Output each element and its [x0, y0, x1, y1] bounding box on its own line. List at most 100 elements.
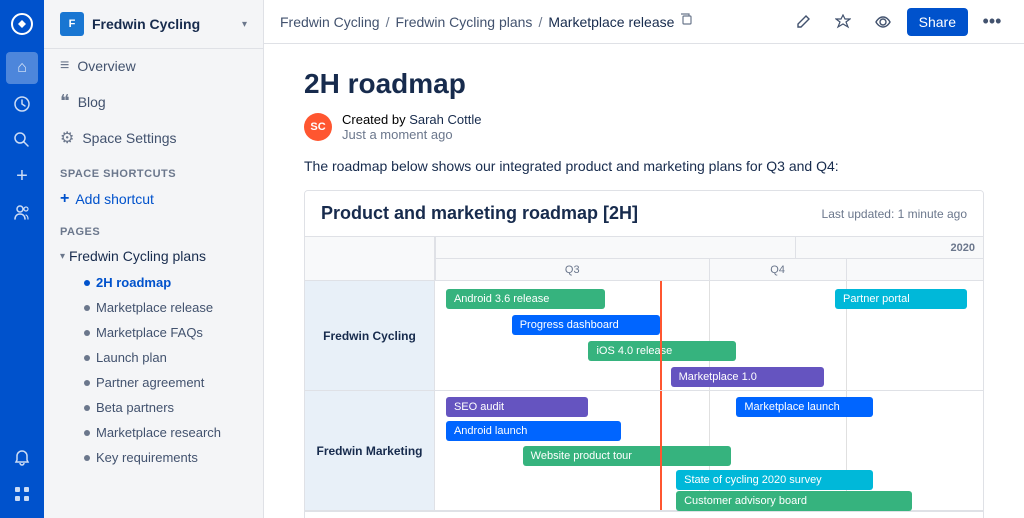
- space-icon: F: [60, 12, 84, 36]
- watch-button[interactable]: [867, 6, 899, 38]
- gantt-chart-headers: 2020 Q3 Q4: [435, 237, 983, 281]
- parent-page-label: Fredwin Cycling plans: [69, 248, 206, 264]
- today-line-marketing: [660, 391, 662, 510]
- bar-marketplace-launch: Marketplace launch: [736, 397, 873, 417]
- sidebar-item-blog[interactable]: ❝ Blog: [44, 83, 263, 120]
- section-label-marketing: Fredwin Marketing: [305, 391, 435, 511]
- more-button[interactable]: •••: [976, 6, 1008, 38]
- sidebar-page-launch-plan[interactable]: Launch plan: [44, 345, 263, 370]
- page-title: 2H roadmap: [304, 68, 984, 100]
- search-icon[interactable]: [6, 124, 38, 156]
- add-shortcut-button[interactable]: + Add shortcut: [44, 184, 263, 214]
- edit-button[interactable]: [787, 6, 819, 38]
- page-dot: [84, 330, 90, 336]
- recent-icon[interactable]: [6, 88, 38, 120]
- sidebar-page-marketplace-faqs[interactable]: Marketplace FAQs: [44, 320, 263, 345]
- bar-ios-release: iOS 4.0 release: [588, 341, 736, 361]
- bar-cycling-survey: State of cycling 2020 survey: [676, 470, 873, 490]
- sidebar: F Fredwin Cycling ▾ ≡ Overview ❝ Blog ⚙ …: [44, 0, 264, 518]
- page-dot: [84, 380, 90, 386]
- page-dot: [84, 305, 90, 311]
- left-nav-bottom: [6, 442, 38, 510]
- sidebar-page-marketplace-research[interactable]: Marketplace research: [44, 420, 263, 445]
- breadcrumb-item-1[interactable]: Fredwin Cycling plans: [395, 14, 532, 30]
- pages-tree: ▾ Fredwin Cycling plans 2H roadmap Marke…: [44, 242, 263, 470]
- page-dot: [84, 355, 90, 361]
- pages-tree-parent[interactable]: ▾ Fredwin Cycling plans: [44, 242, 263, 270]
- overview-icon: ≡: [60, 57, 69, 75]
- bar-marketplace-1: Marketplace 1.0: [671, 367, 824, 387]
- notification-icon[interactable]: [6, 442, 38, 474]
- page-dot: [84, 430, 90, 436]
- gantt-cycling-bars: Android 3.6 release Progress dashboard i…: [435, 281, 983, 391]
- gantt-empty-quarter: [846, 259, 983, 280]
- page-dot: [84, 405, 90, 411]
- active-dot: [84, 280, 90, 286]
- sidebar-item-label: Space Settings: [82, 130, 176, 146]
- gantt-chart: 2020 Q3 Q4 Fredwin Cycling: [305, 237, 983, 518]
- share-button[interactable]: Share: [907, 8, 968, 36]
- gantt-q3-header: Q3: [435, 259, 709, 280]
- bar-partner-portal: Partner portal: [835, 289, 967, 309]
- sidebar-item-settings[interactable]: ⚙ Space Settings: [44, 120, 263, 156]
- breadcrumb-separator: /: [538, 14, 542, 30]
- star-button[interactable]: [827, 6, 859, 38]
- sidebar-header[interactable]: F Fredwin Cycling ▾: [44, 0, 263, 49]
- left-nav: ⌂ +: [0, 0, 44, 518]
- section-cycling-text: Fredwin Cycling: [323, 329, 416, 343]
- page-intro: The roadmap below shows our integrated p…: [304, 158, 984, 174]
- copy-link-icon[interactable]: [680, 13, 694, 30]
- sidebar-page-2h-roadmap[interactable]: 2H roadmap: [44, 270, 263, 295]
- bar-seo-audit: SEO audit: [446, 397, 588, 417]
- today-line: [660, 281, 662, 390]
- bar-android-launch: Android launch: [446, 421, 621, 441]
- bar-progress-dashboard: Progress dashboard: [512, 315, 660, 335]
- topbar: Fredwin Cycling / Fredwin Cycling plans …: [264, 0, 1024, 44]
- created-by-text: Created by Sarah Cottle: [342, 112, 481, 127]
- sidebar-item-label: Overview: [77, 58, 135, 74]
- gear-icon: ⚙: [60, 128, 74, 148]
- author-name: Sarah Cottle: [409, 112, 481, 127]
- bar-customer-advisory: Customer advisory board: [676, 491, 912, 511]
- plus-icon: +: [60, 190, 69, 208]
- sidebar-page-partner-agreement[interactable]: Partner agreement: [44, 370, 263, 395]
- breadcrumb: Fredwin Cycling / Fredwin Cycling plans …: [280, 13, 779, 30]
- sidebar-page-marketplace-release[interactable]: Marketplace release: [44, 295, 263, 320]
- roadmap-title: Product and marketing roadmap [2H]: [321, 203, 638, 224]
- breadcrumb-item-0[interactable]: Fredwin Cycling: [280, 14, 380, 30]
- roadmap-header: Product and marketing roadmap [2H] Last …: [305, 191, 983, 237]
- section-marketing-text: Fredwin Marketing: [316, 444, 422, 458]
- chevron-down-icon: ▾: [60, 251, 65, 262]
- space-shortcuts-label: SPACE SHORTCUTS: [44, 156, 263, 184]
- bar-website-tour: Website product tour: [523, 446, 731, 466]
- breadcrumb-separator: /: [386, 14, 390, 30]
- sidebar-item-overview[interactable]: ≡ Overview: [44, 49, 263, 83]
- created-label: Created by: [342, 112, 409, 127]
- sidebar-page-key-requirements[interactable]: Key requirements: [44, 445, 263, 470]
- bar-android-release: Android 3.6 release: [446, 289, 605, 309]
- sidebar-page-beta-partners[interactable]: Beta partners: [44, 395, 263, 420]
- gantt-label-header: [305, 237, 435, 281]
- gantt-empty-year: [435, 237, 795, 258]
- page-meta-info: Created by Sarah Cottle Just a moment ag…: [342, 112, 481, 142]
- main-content: Fredwin Cycling / Fredwin Cycling plans …: [264, 0, 1024, 518]
- roadmap-last-updated: Last updated: 1 minute ago: [822, 207, 967, 221]
- page-dot: [84, 455, 90, 461]
- home-icon[interactable]: ⌂: [6, 52, 38, 84]
- roadmap-embed: Product and marketing roadmap [2H] Last …: [304, 190, 984, 518]
- gantt-year-2020: 2020: [795, 237, 983, 258]
- author-avatar: SC: [304, 113, 332, 141]
- page-meta: SC Created by Sarah Cottle Just a moment…: [304, 112, 984, 142]
- blog-icon: ❝: [60, 91, 70, 112]
- logo[interactable]: [6, 8, 38, 40]
- topbar-actions: Share •••: [787, 6, 1008, 38]
- page-content: 2H roadmap SC Created by Sarah Cottle Ju…: [264, 44, 1024, 518]
- time-ago: Just a moment ago: [342, 127, 481, 142]
- breadcrumb-item-2[interactable]: Marketplace release: [548, 14, 674, 30]
- sidebar-item-label: Blog: [78, 94, 106, 110]
- create-icon[interactable]: +: [6, 160, 38, 192]
- gantt-marketing-bars: SEO audit Android launch Website product…: [435, 391, 983, 511]
- space-name: Fredwin Cycling: [92, 16, 234, 32]
- apps-icon[interactable]: [6, 478, 38, 510]
- people-icon[interactable]: [6, 196, 38, 228]
